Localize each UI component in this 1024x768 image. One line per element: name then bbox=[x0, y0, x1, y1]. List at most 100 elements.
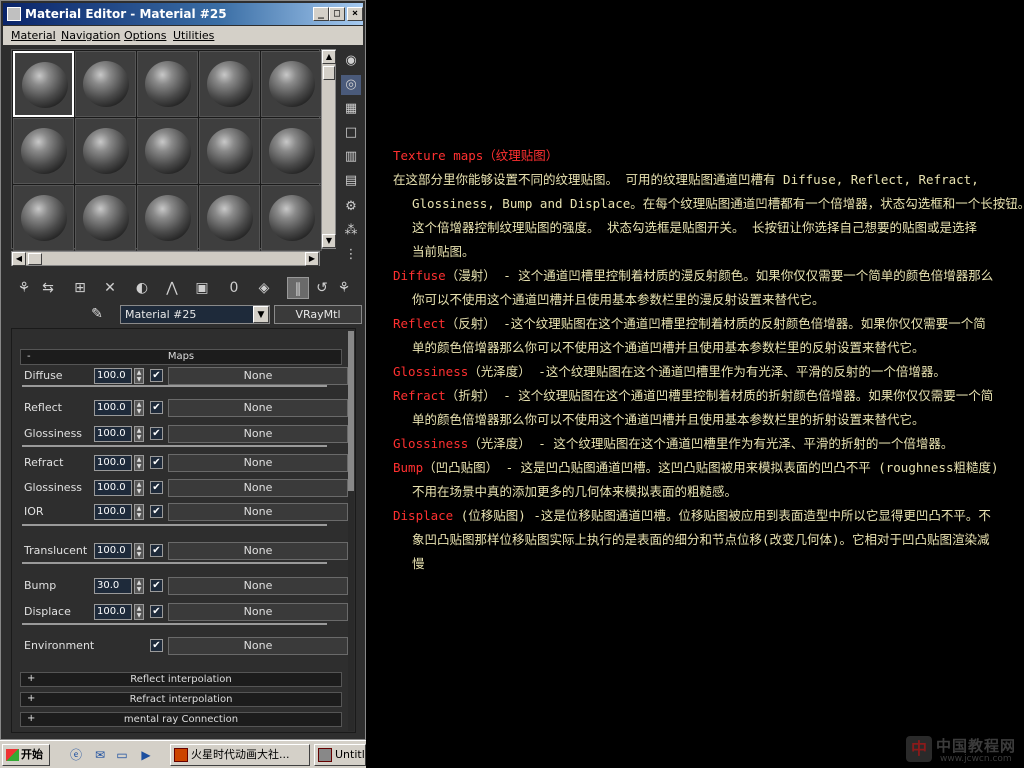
map-enable-checkbox[interactable]: ✔ bbox=[150, 579, 163, 592]
map-amount-field[interactable]: 100.0 bbox=[94, 604, 132, 620]
spinner-icon[interactable]: ▲ ▼ bbox=[134, 455, 144, 471]
map-enable-checkbox[interactable]: ✔ bbox=[150, 605, 163, 618]
title-bar[interactable]: Material Editor - Material #25 _ □ × bbox=[3, 3, 363, 25]
scroll-up-icon[interactable]: ▲ bbox=[322, 50, 336, 64]
outlook-icon[interactable]: ✉ bbox=[92, 747, 108, 763]
sample-slot[interactable] bbox=[261, 118, 322, 184]
sample-slot[interactable] bbox=[13, 185, 74, 251]
make-preview-icon[interactable]: ▤ bbox=[341, 171, 361, 191]
sample-slot[interactable] bbox=[137, 185, 198, 251]
go-to-parent-icon[interactable]: ↺ bbox=[311, 277, 333, 299]
put-to-library-icon[interactable]: ▣ bbox=[191, 277, 213, 299]
menu-utilities[interactable]: Utilities bbox=[173, 29, 214, 42]
map-slot-button[interactable]: None bbox=[168, 603, 348, 621]
sample-slot[interactable] bbox=[13, 118, 74, 184]
map-enable-checkbox[interactable]: ✔ bbox=[150, 505, 163, 518]
material-name-field[interactable]: Material #25 ▼ bbox=[120, 305, 270, 324]
map-amount-field[interactable]: 100.0 bbox=[94, 400, 132, 416]
map-amount-field[interactable]: 100.0 bbox=[94, 455, 132, 471]
map-enable-checkbox[interactable]: ✔ bbox=[150, 401, 163, 414]
sample-slot[interactable] bbox=[75, 51, 136, 117]
make-copy-icon[interactable]: ◐ bbox=[131, 277, 153, 299]
rollout-header[interactable]: + Reflect interpolation bbox=[20, 672, 342, 687]
sample-slot[interactable] bbox=[75, 118, 136, 184]
slots-vertical-scrollbar[interactable]: ▲ ▼ bbox=[321, 49, 336, 249]
map-amount-field[interactable]: 100.0 bbox=[94, 426, 132, 442]
scroll-right-icon[interactable]: ▶ bbox=[305, 252, 319, 266]
spinner-icon[interactable]: ▲ ▼ bbox=[134, 504, 144, 520]
sample-type-icon[interactable]: ◉ bbox=[341, 51, 361, 71]
get-material-icon[interactable]: ⚘ bbox=[13, 277, 35, 299]
map-slot-button[interactable]: None bbox=[168, 399, 348, 417]
internet-explorer-icon[interactable]: ⓔ bbox=[68, 747, 84, 763]
material-navigator-icon[interactable]: ⋮ bbox=[341, 245, 361, 265]
taskbar-item-browser[interactable]: 火星时代动画大社... bbox=[170, 744, 310, 766]
sample-slot[interactable] bbox=[137, 118, 198, 184]
scroll-left-icon[interactable]: ◀ bbox=[12, 252, 26, 266]
slots-horizontal-scrollbar[interactable]: ◀ ▶ bbox=[11, 251, 320, 266]
spinner-icon[interactable]: ▲ ▼ bbox=[134, 368, 144, 384]
scroll-thumb[interactable] bbox=[323, 66, 335, 80]
material-type-button[interactable]: VRayMtl bbox=[274, 305, 362, 324]
map-slot-button[interactable]: None bbox=[168, 479, 348, 497]
rollout-header[interactable]: + Refract interpolation bbox=[20, 692, 342, 707]
map-amount-field[interactable]: 100.0 bbox=[94, 368, 132, 384]
options-icon[interactable]: ⚙ bbox=[341, 197, 361, 217]
map-slot-button[interactable]: None bbox=[168, 637, 348, 655]
scroll-thumb[interactable] bbox=[28, 253, 42, 265]
map-enable-checkbox[interactable]: ✔ bbox=[150, 481, 163, 494]
map-enable-checkbox[interactable]: ✔ bbox=[150, 544, 163, 557]
sample-slot[interactable] bbox=[199, 118, 260, 184]
close-button[interactable]: × bbox=[347, 7, 363, 21]
video-check-icon[interactable]: ▥ bbox=[341, 147, 361, 167]
spinner-icon[interactable]: ▲ ▼ bbox=[134, 578, 144, 594]
map-amount-field[interactable]: 100.0 bbox=[94, 504, 132, 520]
backlight-icon[interactable]: ◎ bbox=[341, 75, 361, 95]
spinner-icon[interactable]: ▲ ▼ bbox=[134, 480, 144, 496]
minimize-button[interactable]: _ bbox=[313, 7, 329, 21]
sample-slot[interactable] bbox=[13, 51, 74, 117]
start-button[interactable]: 开始 bbox=[2, 744, 50, 766]
map-amount-field[interactable]: 30.0 bbox=[94, 578, 132, 594]
sample-slot[interactable] bbox=[199, 51, 260, 117]
map-slot-button[interactable]: None bbox=[168, 425, 348, 443]
menu-options[interactable]: Options bbox=[124, 29, 166, 42]
spinner-icon[interactable]: ▲ ▼ bbox=[134, 604, 144, 620]
map-amount-field[interactable]: 100.0 bbox=[94, 480, 132, 496]
map-slot-button[interactable]: None bbox=[168, 367, 348, 385]
maximize-button[interactable]: □ bbox=[329, 7, 345, 21]
make-unique-icon[interactable]: ⋀ bbox=[161, 277, 183, 299]
sample-slot[interactable] bbox=[75, 185, 136, 251]
menu-navigation[interactable]: Navigation bbox=[61, 29, 120, 42]
rollout-header[interactable]: + mental ray Connection bbox=[20, 712, 342, 727]
sample-slot[interactable] bbox=[261, 185, 322, 251]
maps-rollout-header[interactable]: - Maps bbox=[20, 349, 342, 365]
map-enable-checkbox[interactable]: ✔ bbox=[150, 427, 163, 440]
show-end-result-icon[interactable]: ∥ bbox=[287, 277, 309, 299]
panel-scrollbar[interactable] bbox=[348, 331, 354, 731]
pick-material-icon[interactable]: ✎ bbox=[87, 304, 107, 324]
taskbar-item-3dsmax[interactable]: Untitle bbox=[314, 744, 366, 766]
menu-material[interactable]: Material bbox=[11, 29, 56, 42]
scroll-down-icon[interactable]: ▼ bbox=[322, 234, 336, 248]
select-by-material-icon[interactable]: ⁂ bbox=[341, 221, 361, 241]
background-checker-icon[interactable]: ▦ bbox=[341, 99, 361, 119]
scroll-thumb[interactable] bbox=[348, 331, 354, 491]
show-desktop-icon[interactable]: ▭ bbox=[114, 747, 130, 763]
map-slot-button[interactable]: None bbox=[168, 503, 348, 521]
sample-uv-icon[interactable]: □ bbox=[341, 123, 361, 143]
map-slot-button[interactable]: None bbox=[168, 454, 348, 472]
material-id-icon[interactable]: 0 bbox=[223, 277, 245, 299]
map-enable-checkbox[interactable]: ✔ bbox=[150, 369, 163, 382]
spinner-icon[interactable]: ▲ ▼ bbox=[134, 426, 144, 442]
map-enable-checkbox[interactable]: ✔ bbox=[150, 639, 163, 652]
sample-slot[interactable] bbox=[261, 51, 322, 117]
map-amount-field[interactable]: 100.0 bbox=[94, 543, 132, 559]
sample-slot[interactable] bbox=[137, 51, 198, 117]
spinner-icon[interactable]: ▲ ▼ bbox=[134, 543, 144, 559]
map-enable-checkbox[interactable]: ✔ bbox=[150, 456, 163, 469]
map-slot-button[interactable]: None bbox=[168, 577, 348, 595]
media-player-icon[interactable]: ▶ bbox=[138, 747, 154, 763]
assign-to-selection-icon[interactable]: ⊞ bbox=[69, 277, 91, 299]
spinner-icon[interactable]: ▲ ▼ bbox=[134, 400, 144, 416]
